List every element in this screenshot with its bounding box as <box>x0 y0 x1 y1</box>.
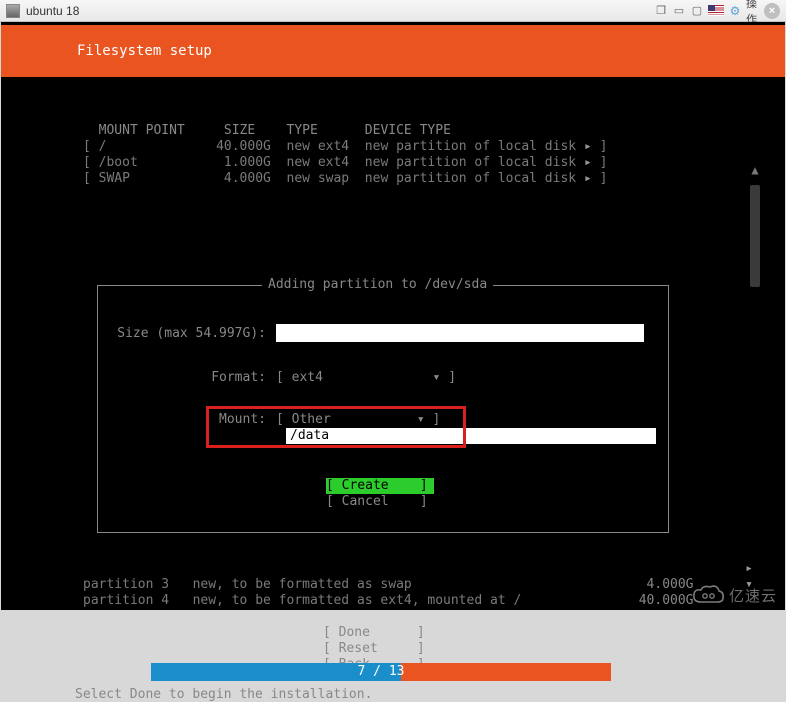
close-icon[interactable]: × <box>764 3 780 19</box>
watermark: 亿速云 <box>691 584 777 606</box>
watermark-text: 亿速云 <box>729 585 777 606</box>
list-item[interactable]: partition 4 new, to be formatted as ext4… <box>83 593 717 608</box>
col-devtype: DEVICE TYPE <box>365 123 451 138</box>
cloud-icon <box>691 584 725 606</box>
add-partition-dialog: Adding partition to /dev/sda Size (max 5… <box>97 285 669 533</box>
chevron-down-icon: ▾ <box>417 412 425 427</box>
footer-help: Select Done to begin the installation. <box>75 687 372 702</box>
list-item[interactable]: partition 3 new, to be formatted as swap… <box>83 577 717 592</box>
action-label[interactable]: 操作 <box>746 4 760 18</box>
scroll-up-icon[interactable]: ▲ <box>751 163 758 177</box>
mount-select[interactable]: [ Other ▾ ] <box>276 412 440 427</box>
col-mount: MOUNT POINT <box>99 123 185 138</box>
mount-path-input[interactable]: /data <box>286 428 656 444</box>
chevron-right-icon: ▸ <box>584 155 592 170</box>
flag-icon <box>708 5 724 16</box>
table-row[interactable]: [ SWAP 4.000G new swap new partition of … <box>83 171 607 186</box>
format-select[interactable]: [ ext4 ▾ ] <box>276 370 456 385</box>
chevron-right-icon: ▸ <box>584 139 592 154</box>
dialog-title: Adding partition to /dev/sda <box>262 277 493 292</box>
chevron-right-icon[interactable]: ▸ <box>745 561 753 577</box>
progress-bar: 7 / 13 <box>151 663 611 681</box>
scrollbar[interactable]: ▲ <box>749 163 761 287</box>
vm-title: ubuntu 18 <box>26 4 79 18</box>
cancel-button[interactable]: [ Cancel ] <box>326 494 428 509</box>
gear-icon[interactable]: ⚙ <box>728 4 742 18</box>
scroll-track[interactable] <box>750 185 760 287</box>
progress-text: 7 / 13 <box>151 664 611 679</box>
table-row[interactable]: [ /boot 1.000G new ext4 new partition of… <box>83 155 607 170</box>
chevron-right-icon: ▸ <box>584 171 592 186</box>
chevron-down-icon: ▾ <box>433 370 441 385</box>
size-label: Size (max 54.997G): <box>98 326 276 341</box>
col-type: TYPE <box>287 123 318 138</box>
done-button[interactable]: [ Done ] <box>323 625 425 640</box>
screen-icon[interactable]: ❐ <box>654 4 668 18</box>
vm-icon <box>6 4 20 18</box>
mount-label: Mount: <box>98 412 276 427</box>
partition-table: MOUNT POINT SIZE TYPE DEVICE TYPE [ / 40… <box>83 107 785 203</box>
installer-header: Filesystem setup <box>1 25 785 77</box>
monitor-icon[interactable]: ▢ <box>690 4 704 18</box>
col-size: SIZE <box>224 123 255 138</box>
reset-button[interactable]: [ Reset ] <box>323 641 425 656</box>
format-label: Format: <box>98 370 276 385</box>
create-button[interactable]: [ Create ] <box>326 478 434 494</box>
size-input[interactable] <box>276 324 644 342</box>
titlebar-controls: ❐ ▭ ▢ ⚙ 操作 × <box>654 3 780 19</box>
page-title: Filesystem setup <box>77 43 212 59</box>
window-icon[interactable]: ▭ <box>672 4 686 18</box>
table-row[interactable]: [ / 40.000G new ext4 new partition of lo… <box>83 139 607 154</box>
guest-display: Filesystem setup MOUNT POINT SIZE TYPE D… <box>1 22 785 610</box>
vm-titlebar: ubuntu 18 ❐ ▭ ▢ ⚙ 操作 × <box>0 0 786 22</box>
